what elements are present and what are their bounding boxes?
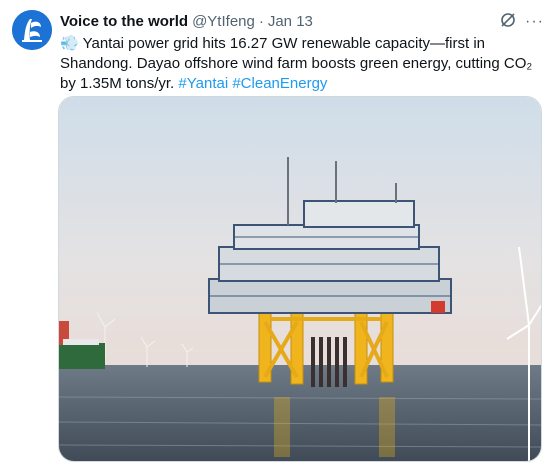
separator-dot: ·	[258, 12, 264, 30]
tweet-card[interactable]: Voice to the world @YtIfeng · Jan 13 ···…	[0, 0, 554, 472]
wind-emoji-icon: 💨	[60, 35, 79, 52]
tweet-date[interactable]: Jan 13	[268, 13, 313, 30]
hashtag-link[interactable]: #CleanEnergy	[232, 75, 327, 92]
tweet-header: Voice to the world @YtIfeng · Jan 13 ···	[60, 11, 544, 31]
tweet-photo[interactable]	[58, 96, 542, 462]
tweet-text: 💨 Yantai power grid hits 16.27 GW renewa…	[60, 34, 544, 94]
grok-icon[interactable]	[499, 11, 517, 33]
avatar-logo-icon	[12, 10, 52, 50]
author-name[interactable]: Voice to the world	[60, 13, 188, 30]
hashtag-link[interactable]: #Yantai	[178, 75, 228, 92]
tweet-text-line-3: tons/yr.	[125, 75, 175, 92]
more-icon[interactable]: ···	[525, 13, 544, 31]
author-handle[interactable]: @YtIfeng	[192, 13, 255, 30]
offshore-platform-image	[59, 97, 541, 461]
avatar[interactable]	[12, 10, 52, 50]
